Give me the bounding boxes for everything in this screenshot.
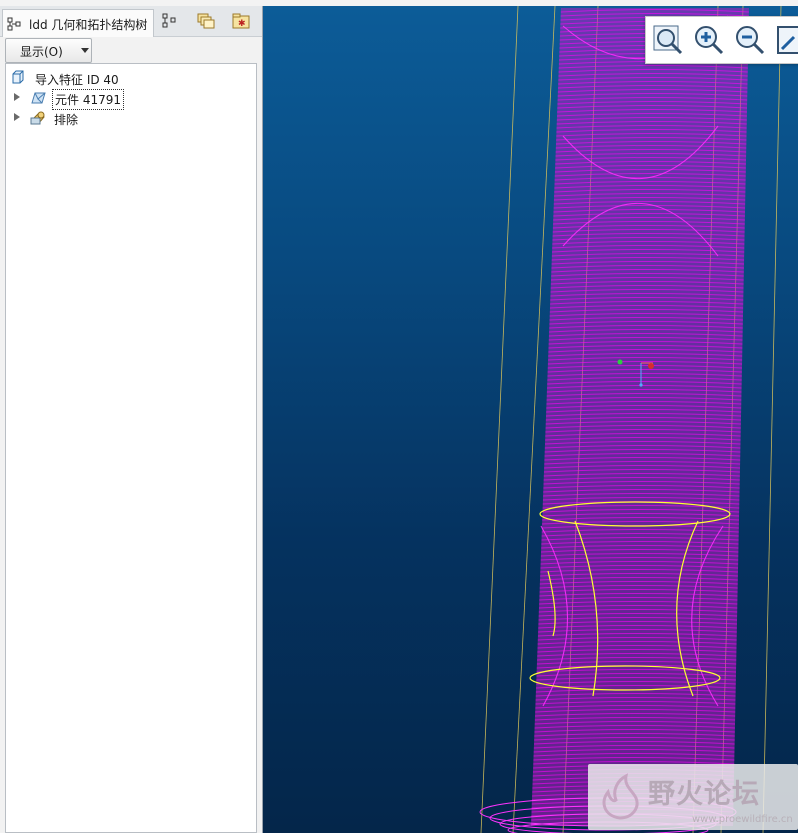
tree-item-exclude[interactable]: 排除	[6, 108, 254, 128]
import-feature-icon	[12, 70, 24, 84]
zoom-fit-icon[interactable]	[651, 23, 685, 57]
component-icon	[31, 92, 46, 104]
model-tree-panel: ldd 几何和拓扑结构树 ✱ 显示(O) 导入特征 ID 40 元件 41791…	[0, 6, 263, 833]
model-tree: 导入特征 ID 40 元件 41791 排除	[5, 63, 257, 833]
expand-arrow-icon[interactable]	[14, 93, 20, 101]
show-button-label: 显示(O)	[20, 45, 63, 59]
flame-logo-icon	[602, 773, 639, 820]
graphics-viewport[interactable]: 野火论坛 www.proewildfire.cn	[263, 6, 798, 833]
panel-tab-bar: ldd 几何和拓扑结构树 ✱	[0, 6, 262, 37]
tree-item-exclude-label: 排除	[54, 113, 79, 127]
zoom-out-icon[interactable]	[733, 23, 767, 57]
tree-structure-tab-icon[interactable]	[161, 12, 181, 30]
expand-arrow-icon[interactable]	[14, 113, 20, 121]
wireframe-model	[479, 6, 782, 833]
tree-item-component[interactable]: 元件 41791	[6, 88, 254, 110]
chevron-down-icon	[81, 48, 89, 53]
exclude-icon	[30, 111, 45, 125]
layers-tab-icon[interactable]	[196, 12, 216, 30]
tree-root-item[interactable]: 导入特征 ID 40	[6, 68, 254, 88]
forum-watermark: 野火论坛 www.proewildfire.cn	[588, 764, 798, 830]
tree-structure-icon	[7, 17, 21, 31]
show-dropdown-button[interactable]: 显示(O)	[5, 38, 92, 63]
svg-text:✱: ✱	[238, 19, 246, 29]
tree-root-label: 导入特征 ID 40	[35, 73, 119, 87]
zoom-in-icon[interactable]	[692, 23, 726, 57]
tab-label: ldd 几何和拓扑结构树	[29, 18, 148, 32]
watermark-text: 野火论坛	[648, 779, 760, 810]
tree-item-component-label: 元件 41791	[52, 89, 124, 110]
favorites-tab-icon[interactable]: ✱	[231, 12, 251, 30]
refit-icon[interactable]	[774, 23, 798, 57]
watermark-url: www.proewildfire.cn	[692, 814, 793, 825]
tab-geometry-topology-tree[interactable]: ldd 几何和拓扑结构树	[2, 9, 154, 37]
view-zoom-toolbar	[645, 16, 798, 64]
